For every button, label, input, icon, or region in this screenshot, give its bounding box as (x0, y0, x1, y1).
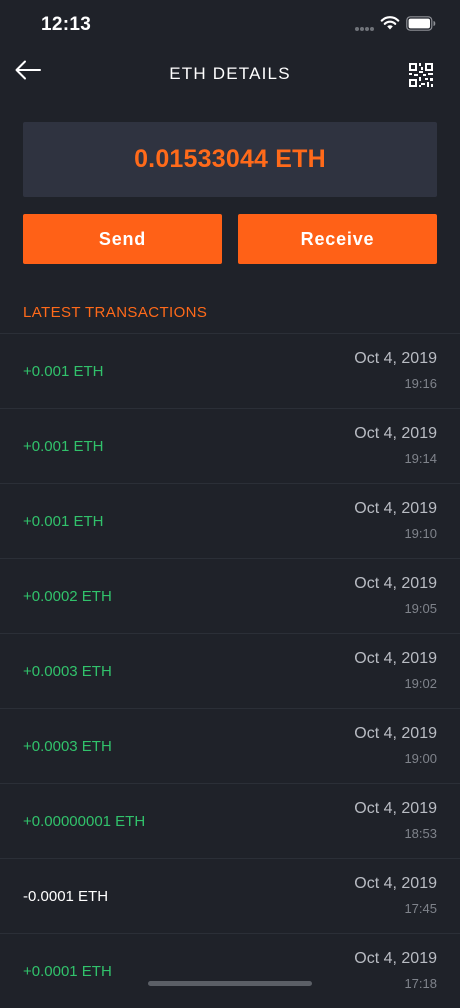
transaction-amount: +0.0002 ETH (23, 588, 112, 605)
transaction-time: 19:00 (404, 751, 437, 766)
status-time: 12:13 (41, 14, 92, 35)
transaction-row[interactable]: +0.00000001 ETH Oct 4, 2019 18:53 (0, 783, 460, 858)
transaction-time: 19:05 (404, 601, 437, 616)
transaction-row[interactable]: +0.0003 ETH Oct 4, 2019 19:02 (0, 633, 460, 708)
transaction-row[interactable]: +0.0001 ETH Oct 4, 2019 17:18 (0, 933, 460, 1008)
status-bar: 12:13 (0, 0, 460, 50)
transaction-amount: +0.0003 ETH (23, 738, 112, 755)
send-button[interactable]: Send (23, 214, 222, 264)
latest-transactions-heading: LATEST TRANSACTIONS (23, 304, 208, 321)
transaction-row[interactable]: +0.001 ETH Oct 4, 2019 19:10 (0, 483, 460, 558)
transaction-amount: +0.0003 ETH (23, 663, 112, 680)
navigation-bar: ETH DETAILS (0, 50, 460, 100)
transaction-time: 19:02 (404, 676, 437, 691)
transaction-time: 17:45 (404, 901, 437, 916)
transaction-date: Oct 4, 2019 (354, 650, 437, 667)
transaction-row[interactable]: -0.0001 ETH Oct 4, 2019 17:45 (0, 858, 460, 933)
transaction-row[interactable]: +0.0003 ETH Oct 4, 2019 19:00 (0, 708, 460, 783)
transaction-amount: +0.00000001 ETH (23, 813, 146, 830)
transaction-date: Oct 4, 2019 (354, 800, 437, 817)
transaction-amount: +0.001 ETH (23, 513, 104, 530)
transaction-time: 19:16 (404, 376, 437, 391)
transaction-date: Oct 4, 2019 (354, 500, 437, 517)
transaction-row[interactable]: +0.001 ETH Oct 4, 2019 19:16 (0, 333, 460, 408)
receive-button[interactable]: Receive (238, 214, 437, 264)
home-indicator[interactable] (148, 981, 312, 986)
transaction-amount: +0.0001 ETH (23, 963, 112, 980)
transaction-date: Oct 4, 2019 (354, 350, 437, 367)
battery-icon (406, 16, 436, 31)
transaction-date: Oct 4, 2019 (354, 425, 437, 442)
cellular-signal-icon (355, 27, 375, 31)
transaction-amount: -0.0001 ETH (23, 888, 109, 905)
balance-card: 0.01533044 ETH (23, 122, 437, 197)
transaction-time: 19:10 (404, 526, 437, 541)
page-title: ETH DETAILS (169, 64, 291, 83)
wifi-icon (380, 16, 400, 30)
transaction-amount: +0.001 ETH (23, 438, 104, 455)
transaction-date: Oct 4, 2019 (354, 875, 437, 892)
balance-amount: 0.01533044 ETH (134, 145, 326, 173)
transaction-row[interactable]: +0.0002 ETH Oct 4, 2019 19:05 (0, 558, 460, 633)
transaction-amount: +0.001 ETH (23, 363, 104, 380)
transaction-time: 19:14 (404, 451, 437, 466)
qr-code-icon[interactable] (408, 62, 434, 88)
transaction-list: +0.001 ETH Oct 4, 2019 19:16 +0.001 ETH … (0, 333, 460, 1008)
transaction-row[interactable]: +0.001 ETH Oct 4, 2019 19:14 (0, 408, 460, 483)
transaction-time: 17:18 (404, 976, 437, 991)
transaction-time: 18:53 (404, 826, 437, 841)
transaction-date: Oct 4, 2019 (354, 575, 437, 592)
transaction-date: Oct 4, 2019 (354, 725, 437, 742)
transaction-date: Oct 4, 2019 (354, 950, 437, 967)
